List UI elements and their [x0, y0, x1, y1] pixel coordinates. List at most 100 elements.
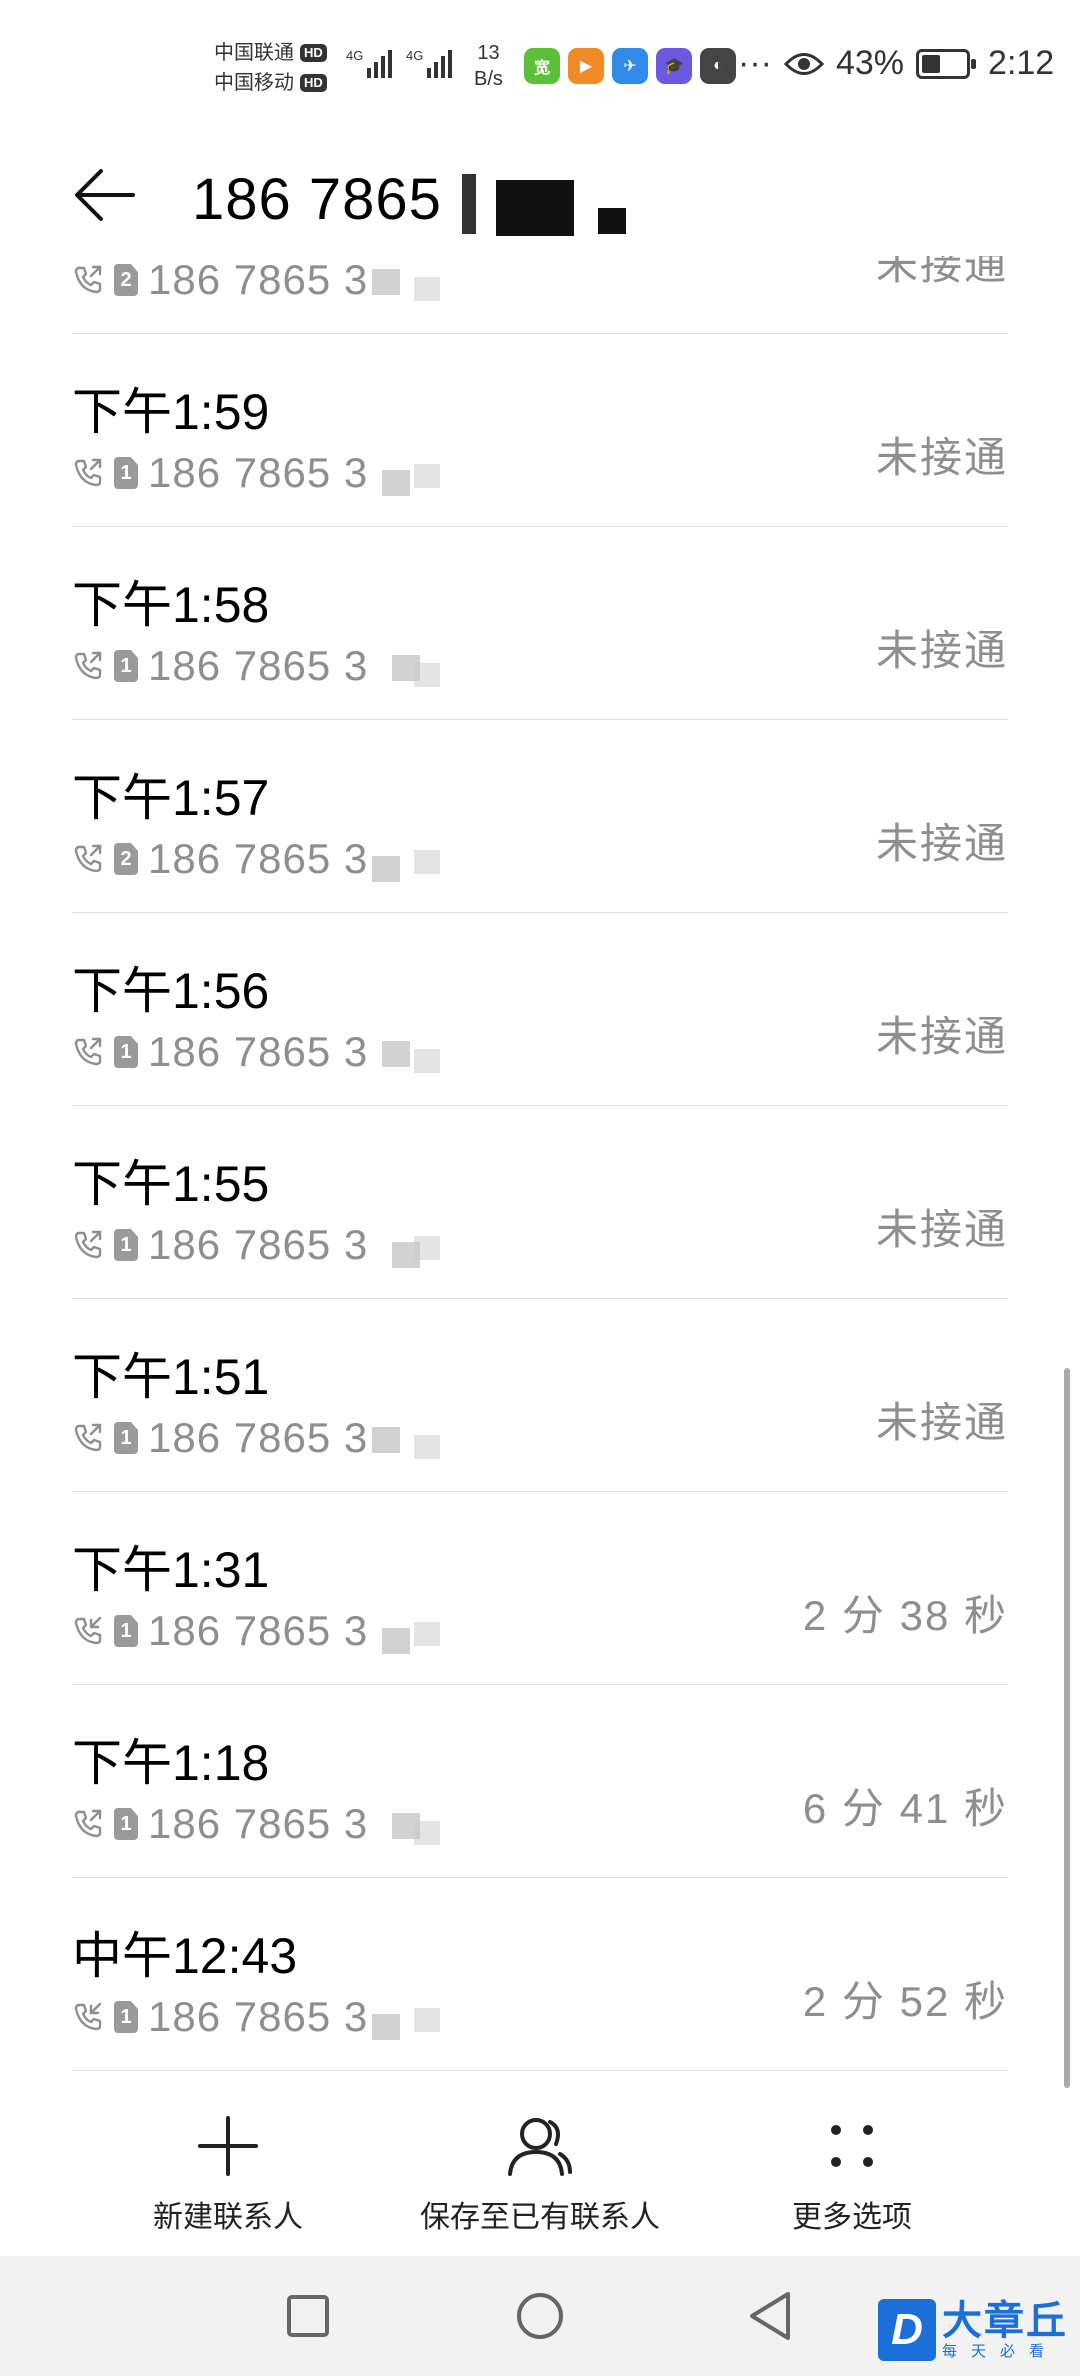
education-app-icon: 🎓: [656, 48, 692, 84]
incoming-call-icon: [74, 2002, 102, 2031]
watermark-name: 大章丘: [942, 2299, 1068, 2343]
call-number: 186 7865 3: [148, 642, 369, 689]
new-contact-button[interactable]: 新建联系人: [68, 2110, 388, 2236]
network-type-label: 4G: [406, 48, 424, 63]
call-log-row[interactable]: 下午1:18 1 186 7865 3 6 分 41 秒: [72, 1685, 1008, 1878]
call-log-row[interactable]: 下午1:31 1 186 7865 3 2 分 38 秒: [72, 1492, 1008, 1685]
call-number: 186 7865 3: [148, 835, 369, 882]
sim-card-icon: 1: [114, 1615, 138, 1647]
wifi-assistant-app-icon: 宽: [524, 48, 560, 84]
call-time: 中午12:43: [72, 1928, 298, 1984]
call-status: 未接通: [875, 1399, 1008, 1446]
call-time: 下午1:31: [72, 1542, 270, 1598]
incoming-call-icon: [74, 1616, 102, 1645]
bird-app-icon: ✈: [612, 48, 648, 84]
call-status: 未接通: [875, 1206, 1008, 1253]
back-button[interactable]: [70, 160, 140, 230]
sim-card-icon: 1: [114, 1422, 138, 1454]
call-number: 186 7865 3: [148, 1800, 369, 1847]
call-time: 下午1:57: [72, 770, 270, 826]
call-number: 186 7865 3: [148, 256, 369, 303]
more-options-button[interactable]: 更多选项: [692, 2110, 1012, 2236]
call-log-row[interactable]: 下午1:58 1 186 7865 3 未接通: [72, 527, 1008, 720]
clock: 2:12: [988, 44, 1055, 82]
hd-badge: HD: [300, 74, 327, 92]
back-nav-button[interactable]: [738, 2284, 802, 2348]
call-details: 1 186 7865 3: [72, 642, 368, 690]
carrier-2-name: 中国移动: [214, 72, 294, 94]
signal-strength-icon: 4G: [346, 44, 393, 78]
triangle-back-icon: [750, 2292, 790, 2340]
sim-card-icon: 1: [114, 2001, 138, 2033]
square-icon: [287, 2295, 329, 2337]
more-dots-icon: [831, 2125, 873, 2167]
redaction-mask: [414, 2008, 440, 2032]
sim-card-icon: 2: [114, 264, 138, 296]
call-time: 下午1:56: [72, 963, 270, 1019]
watermark-logo: D: [878, 2299, 936, 2361]
status-bar: 中国联通 HD 中国移动 HD 4G 4G 13 B/s 宽 ▶ ✈ 🎓 ◐ ··· 4…: [0, 0, 1080, 140]
redaction-mask: [496, 180, 574, 236]
call-time: 下午1:58: [72, 577, 270, 633]
call-log-row[interactable]: 2 186 7865 3 未接通: [72, 256, 1008, 334]
eye-comfort-icon: [783, 52, 824, 75]
call-details: 1 186 7865 3: [72, 1221, 368, 1269]
outgoing-call-icon: [74, 1037, 102, 1066]
home-button[interactable]: [508, 2284, 572, 2348]
call-time: 下午1:55: [72, 1156, 270, 1212]
redaction-mask: [414, 1049, 440, 1073]
save-to-existing-contact-button[interactable]: 保存至已有联系人: [380, 2110, 700, 2236]
call-status: 未接通: [875, 1013, 1008, 1060]
redaction-mask: [414, 1236, 440, 1260]
outgoing-call-icon: [74, 1230, 102, 1259]
network-speed-value: 13: [477, 42, 500, 64]
redaction-mask: [382, 470, 410, 496]
sim-card-icon: 1: [114, 1229, 138, 1261]
call-number: 186 7865 3: [148, 1414, 369, 1461]
outgoing-call-icon: [74, 1809, 102, 1838]
sim-card-icon: 1: [114, 1036, 138, 1068]
redaction-mask: [372, 2014, 400, 2040]
redaction-mask: [372, 269, 400, 295]
carrier-info: 中国联通 HD 中国移动 HD: [214, 38, 327, 98]
redaction-mask: [372, 856, 400, 882]
back-arrow-icon: [75, 169, 135, 221]
network-speed-unit: B/s: [474, 68, 503, 90]
call-details: 1 186 7865 3: [72, 449, 368, 497]
recents-button[interactable]: [276, 2284, 340, 2348]
redaction-mask: [414, 277, 440, 301]
call-details: 2 186 7865 3: [72, 256, 368, 304]
hd-badge: HD: [300, 44, 327, 62]
carrier-1-name: 中国联通: [214, 42, 294, 64]
scrollbar[interactable]: [1064, 1368, 1070, 2088]
call-log-row[interactable]: 下午1:55 1 186 7865 3 未接通: [72, 1106, 1008, 1299]
call-log-row[interactable]: 下午1:59 1 186 7865 3 未接通: [72, 334, 1008, 527]
call-number: 186 7865 3: [148, 449, 369, 496]
more-options-label: 更多选项: [792, 2201, 912, 2234]
call-time: 下午1:18: [72, 1735, 270, 1791]
save-to-existing-contact-label: 保存至已有联系人: [420, 2201, 660, 2234]
battery-icon: [916, 48, 977, 79]
network-type-label: 4G: [346, 48, 364, 63]
call-log-row[interactable]: 下午1:56 1 186 7865 3 未接通: [72, 913, 1008, 1106]
redaction-mask: [414, 464, 440, 488]
redaction-mask: [414, 663, 440, 687]
call-log-row[interactable]: 中午12:43 1 186 7865 3 2 分 52 秒: [72, 1878, 1008, 2071]
network-speed: 13 B/s: [474, 40, 503, 92]
circle-icon: [517, 2293, 563, 2339]
call-number: 186 7865 3: [148, 1028, 369, 1075]
call-status: 未接通: [875, 627, 1008, 674]
call-log-row[interactable]: 下午1:57 2 186 7865 3 未接通: [72, 720, 1008, 913]
call-details: 1 186 7865 3: [72, 1993, 368, 2041]
contacts-icon: [508, 2118, 572, 2176]
sim-card-icon: 1: [114, 650, 138, 682]
status-right: ··· 43% 2:12: [738, 44, 1054, 83]
notification-icons: 宽 ▶ ✈ 🎓 ◐: [524, 48, 736, 84]
call-status: 2 分 38 秒: [802, 1592, 1008, 1639]
call-history-list[interactable]: 2 186 7865 3 未接通 下午1:59 1 186 7865 3 未接通 下午1:58…: [0, 256, 1080, 2096]
call-time: 下午1:59: [72, 384, 270, 440]
call-details: 1 186 7865 3: [72, 1414, 368, 1462]
call-log-row[interactable]: 下午1:51 1 186 7865 3 未接通: [72, 1299, 1008, 1492]
call-number: 186 7865 3: [148, 1607, 369, 1654]
plus-icon: [198, 2116, 258, 2176]
